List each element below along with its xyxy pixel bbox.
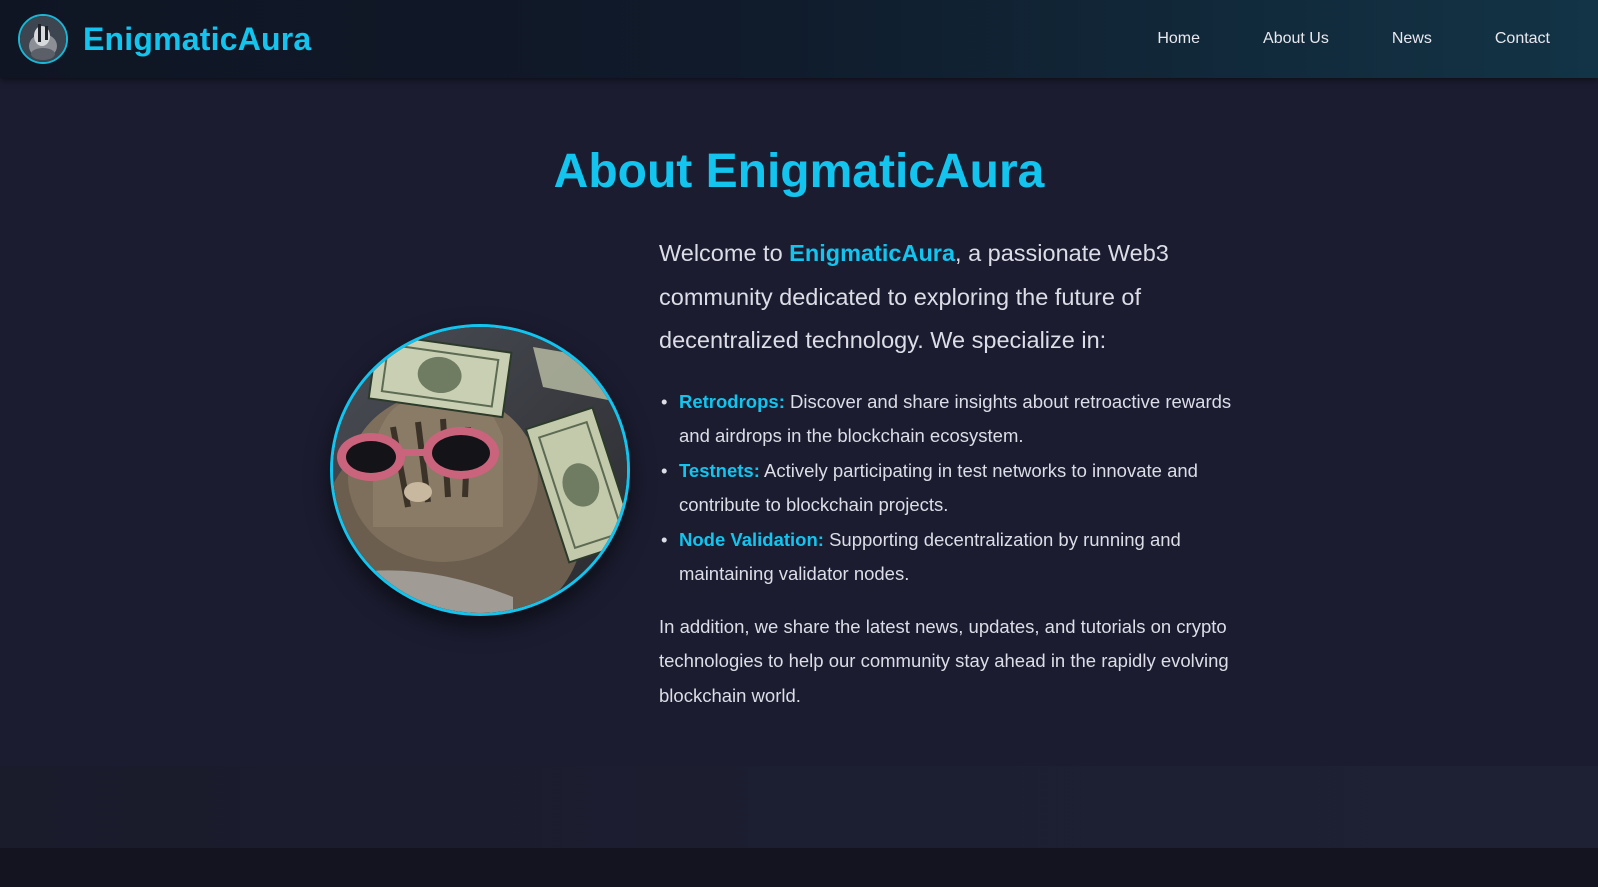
list-item-term: Node Validation: [679, 528, 824, 550]
brand[interactable]: EnigmaticAura [18, 14, 311, 64]
about-section: About EnigmaticAura Welcome to Enigmatic… [0, 78, 1598, 766]
intro-paragraph: Welcome to EnigmaticAura, a passionate W… [659, 232, 1259, 363]
site-header: EnigmaticAura Home About Us News Contact [0, 0, 1598, 78]
nav-about-link[interactable]: About Us [1263, 30, 1329, 48]
list-item: Testnets: Actively participating in test… [659, 454, 1259, 523]
main-nav: Home About Us News Contact [1157, 30, 1550, 48]
page-title: About EnigmaticAura [553, 145, 1045, 198]
cat-photo-icon [330, 324, 630, 616]
list-item: Retrodrops: Discover and share insights … [659, 385, 1259, 454]
nav-home-link[interactable]: Home [1157, 30, 1200, 48]
brand-name[interactable]: EnigmaticAura [83, 21, 311, 58]
site-footer [0, 848, 1598, 887]
list-item-term: Testnets: [679, 459, 760, 481]
specialties-list: Retrodrops: Discover and share insights … [659, 385, 1259, 592]
about-content: Welcome to EnigmaticAura, a passionate W… [659, 232, 1259, 713]
intro-prefix: Welcome to [659, 240, 790, 266]
logo-icon[interactable] [18, 14, 68, 64]
nav-contact-link[interactable]: Contact [1495, 30, 1550, 48]
nav-news-link[interactable]: News [1392, 30, 1432, 48]
section-divider-band [0, 766, 1598, 848]
intro-brand-highlight: EnigmaticAura [789, 240, 956, 266]
list-item-term: Retrodrops: [679, 390, 785, 412]
list-item: Node Validation: Supporting decentraliza… [659, 523, 1259, 592]
outro-paragraph: In addition, we share the latest news, u… [659, 615, 1229, 706]
